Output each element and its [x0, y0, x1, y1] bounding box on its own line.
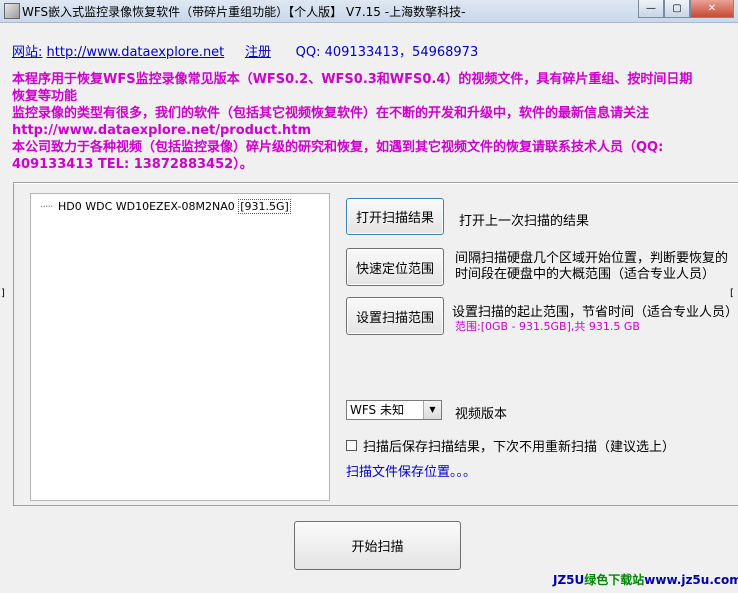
qq-contact: QQ: 409133413，54968973: [295, 45, 479, 60]
notice-line: 本公司致力于各种视频（包括监控录像）碎片级的研究和恢复，如遇到其它视频文件的恢复…: [12, 140, 664, 172]
range-info: 范围:[0GB - 931.5GB],共 931.5 GB: [455, 320, 640, 333]
quick-locate-button[interactable]: 快速定位范围: [346, 248, 444, 286]
save-result-option[interactable]: 扫描后保存扫描结果，下次不用重新扫描（建议选上）: [346, 436, 675, 455]
minimize-button[interactable]: —: [638, 0, 664, 18]
save-location-link[interactable]: 扫描文件保存位置。。。: [346, 461, 476, 480]
window-controls: — ▢ ✕: [638, 0, 734, 18]
save-result-label: 扫描后保存扫描结果，下次不用重新扫描（建议选上）: [363, 440, 676, 455]
version-select[interactable]: WFS 未知 ▼: [346, 400, 442, 420]
maximize-button[interactable]: ▢: [664, 0, 690, 18]
disk-tree[interactable]: ····· HD0 WDC WD10EZEX-08M2NA0 [931.5G]: [30, 193, 330, 501]
window-title: WFS嵌入式监控录像恢复软件（带碎片重组功能）【个人版】 V7.15 -上海数擎…: [22, 5, 466, 19]
tree-connector: ·····: [40, 200, 54, 213]
open-scan-result-desc: 打开上一次扫描的结果: [459, 214, 590, 229]
disk-item[interactable]: ····· HD0 WDC WD10EZEX-08M2NA0 [931.5G]: [40, 199, 291, 214]
title-bar: WFS嵌入式监控录像恢复软件（带碎片重组功能）【个人版】 V7.15 -上海数擎…: [0, 0, 738, 23]
website-link[interactable]: http://www.dataexplore.net: [47, 45, 225, 60]
open-scan-result-button[interactable]: 打开扫描结果: [346, 198, 444, 235]
save-result-checkbox[interactable]: [346, 440, 357, 451]
set-range-button[interactable]: 设置扫描范围: [346, 297, 444, 335]
app-icon: [4, 3, 20, 19]
register-link[interactable]: 注册: [245, 45, 271, 60]
minimize-icon: —: [646, 3, 656, 14]
watermark: JZ5U绿色下载站www.jz5u.com: [553, 571, 738, 588]
group-border-bottom: [13, 505, 738, 506]
website-label[interactable]: 网站:: [12, 45, 42, 60]
notice-text: 本程序用于恢复WFS监控录像常见版本（WFS0.2、WFS0.3和WFS0.4）…: [12, 71, 702, 173]
close-icon: ✕: [707, 3, 717, 14]
notice-line: 本程序用于恢复WFS监控录像常见版本（WFS0.2、WFS0.3和WFS0.4）…: [12, 72, 693, 104]
left-edge-mark: ]: [1, 288, 5, 299]
group-border-highlight: [13, 183, 738, 184]
version-label: 视频版本: [455, 407, 508, 422]
start-scan-button[interactable]: 开始扫描: [294, 521, 461, 570]
quick-locate-desc: 间隔扫描硬盘几个区域开始位置，判断要恢复的时间段在硬盘中的大概范围（适合专业人员…: [455, 251, 729, 282]
group-border-left: [13, 182, 14, 505]
version-selected: WFS 未知: [350, 403, 404, 417]
watermark-prefix: JZ5U: [553, 573, 585, 587]
notice-line: 监控录像的类型有很多，我们的软件（包括其它视频恢复软件）在不断的开发和升级中，软…: [12, 106, 650, 138]
maximize-icon: ▢: [672, 3, 682, 14]
chevron-down-icon[interactable]: ▼: [423, 401, 441, 419]
disk-size: [931.5G]: [238, 199, 291, 214]
right-edge-mark: [: [730, 288, 734, 299]
close-button[interactable]: ✕: [690, 0, 734, 18]
disk-name: HD0 WDC WD10EZEX-08M2NA0: [57, 200, 235, 213]
watermark-mid: 绿色下载站: [584, 573, 645, 587]
watermark-site: www.jz5u.com: [644, 573, 738, 587]
header-links: 网站: http://www.dataexplore.net 注册 QQ: 40…: [12, 41, 478, 60]
